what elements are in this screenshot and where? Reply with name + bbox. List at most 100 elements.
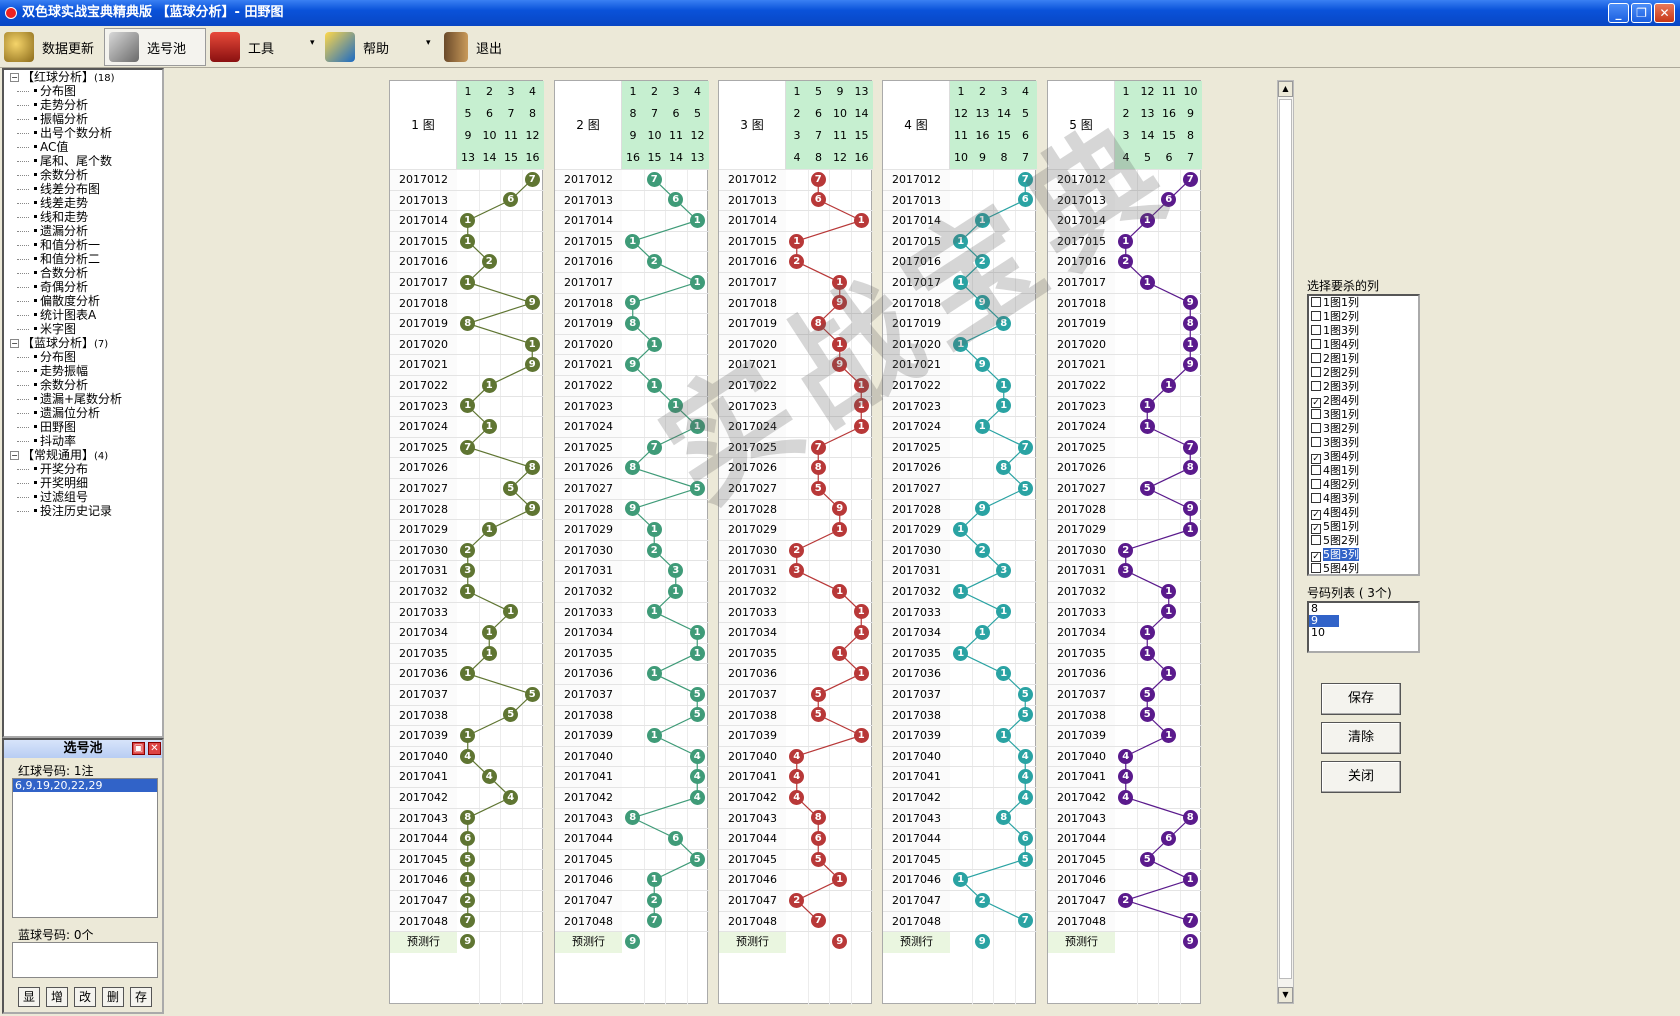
- collapse-icon[interactable]: −: [10, 451, 19, 460]
- period-row[interactable]: 2017043: [719, 807, 873, 830]
- period-row[interactable]: 2017032: [719, 581, 873, 603]
- period-row[interactable]: 2017026: [883, 457, 1037, 479]
- period-row[interactable]: 2017045: [883, 848, 1037, 871]
- tree-item[interactable]: 走势振幅: [4, 364, 162, 378]
- period-row[interactable]: 2017044: [719, 828, 873, 850]
- kill-column-item[interactable]: 3图2列: [1309, 422, 1418, 436]
- kill-column-item[interactable]: ✓ 5图3列: [1309, 548, 1418, 562]
- tools-button[interactable]: 工具: [210, 28, 274, 66]
- period-row[interactable]: 2017013: [390, 189, 544, 212]
- kill-column-item[interactable]: 2图3列: [1309, 380, 1418, 394]
- pool-close-button[interactable]: ✕: [148, 742, 161, 755]
- period-row[interactable]: 2017043: [1048, 807, 1202, 830]
- tree-item[interactable]: 抖动率: [4, 434, 162, 448]
- period-row[interactable]: 2017039: [719, 725, 873, 747]
- period-row[interactable]: 2017024: [883, 416, 1037, 438]
- period-row[interactable]: 2017038: [390, 704, 544, 727]
- period-row[interactable]: 2017019: [719, 313, 873, 335]
- delete-button[interactable]: 删: [102, 987, 124, 1007]
- tree-item[interactable]: 遗漏分析: [4, 224, 162, 238]
- period-row[interactable]: 2017028: [883, 498, 1037, 521]
- period-row[interactable]: 2017035: [390, 642, 544, 665]
- period-row[interactable]: 2017018: [390, 292, 544, 315]
- period-row[interactable]: 2017018: [1048, 292, 1202, 315]
- scroll-down-icon[interactable]: ▼: [1278, 987, 1293, 1003]
- tree-item[interactable]: 田野图: [4, 420, 162, 434]
- period-row[interactable]: 2017029: [1048, 519, 1202, 541]
- period-row[interactable]: 2017020: [555, 333, 709, 356]
- period-row[interactable]: 2017030: [883, 539, 1037, 562]
- number-list[interactable]: 8 9 10: [1307, 601, 1420, 653]
- checkbox[interactable]: [1311, 465, 1321, 475]
- minimize-button[interactable]: _: [1608, 3, 1629, 23]
- period-row[interactable]: 2017033: [719, 601, 873, 624]
- tree-item[interactable]: 过滤组号: [4, 490, 162, 504]
- period-row[interactable]: 2017048: [883, 910, 1037, 933]
- period-row[interactable]: 2017026: [1048, 457, 1202, 479]
- period-row[interactable]: 2017029: [719, 519, 873, 541]
- period-row[interactable]: 2017033: [1048, 601, 1202, 624]
- scroll-thumb[interactable]: [1279, 99, 1292, 979]
- tree-item[interactable]: 尾和、尾个数: [4, 154, 162, 168]
- period-row[interactable]: 2017046: [719, 869, 873, 891]
- period-row[interactable]: 2017023: [883, 395, 1037, 418]
- period-row[interactable]: 2017027: [555, 478, 709, 500]
- period-row[interactable]: 2017037: [883, 684, 1037, 706]
- period-row[interactable]: 2017042: [883, 787, 1037, 809]
- tree-item[interactable]: 奇偶分析: [4, 280, 162, 294]
- number-pool-button[interactable]: 选号池: [104, 28, 206, 66]
- period-row[interactable]: 2017012: [555, 169, 709, 191]
- period-row[interactable]: 2017034: [883, 622, 1037, 644]
- period-row[interactable]: 2017023: [1048, 395, 1202, 418]
- period-row[interactable]: 2017012: [883, 169, 1037, 191]
- tree-item[interactable]: 余数分析: [4, 168, 162, 182]
- tree-item[interactable]: 和值分析二: [4, 252, 162, 266]
- period-row[interactable]: 2017026: [719, 457, 873, 479]
- tree-item[interactable]: 分布图: [4, 350, 162, 364]
- period-row[interactable]: 2017028: [390, 498, 544, 521]
- tree-item[interactable]: 出号个数分析: [4, 126, 162, 140]
- tree-item[interactable]: 和值分析一: [4, 238, 162, 252]
- period-row[interactable]: 2017020: [719, 333, 873, 356]
- tools-dropdown-icon[interactable]: ▾: [310, 38, 315, 48]
- period-row[interactable]: 2017046: [555, 869, 709, 891]
- period-row[interactable]: 2017033: [555, 601, 709, 624]
- scroll-up-icon[interactable]: ▲: [1278, 81, 1293, 97]
- period-row[interactable]: 2017013: [719, 189, 873, 212]
- close-dialog-button[interactable]: 关闭: [1321, 761, 1401, 793]
- tree-item[interactable]: 合数分析: [4, 266, 162, 280]
- period-row[interactable]: 2017018: [883, 292, 1037, 315]
- checkbox[interactable]: [1311, 353, 1321, 363]
- tree-item[interactable]: 分布图: [4, 84, 162, 98]
- period-row[interactable]: 2017016: [390, 251, 544, 273]
- period-row[interactable]: 2017021: [883, 354, 1037, 376]
- kill-column-item[interactable]: ✓ 4图4列: [1309, 506, 1418, 520]
- red-ball-selected-entry[interactable]: 6,9,19,20,22,29: [13, 779, 157, 792]
- period-row[interactable]: 2017018: [719, 292, 873, 315]
- period-row[interactable]: 2017034: [1048, 622, 1202, 644]
- collapse-icon[interactable]: −: [10, 73, 19, 82]
- tree-group[interactable]: − 【常规通用】(4): [4, 448, 162, 462]
- kill-column-item[interactable]: 1图3列: [1309, 324, 1418, 338]
- period-row[interactable]: 2017022: [883, 375, 1037, 397]
- kill-column-item[interactable]: 4图1列: [1309, 464, 1418, 478]
- period-row[interactable]: 2017048: [719, 910, 873, 933]
- period-row[interactable]: 2017037: [719, 684, 873, 706]
- period-row[interactable]: 2017038: [719, 704, 873, 727]
- period-row[interactable]: 2017046: [1048, 869, 1202, 891]
- predict-row[interactable]: 预测行: [883, 931, 1037, 953]
- period-row[interactable]: 2017025: [719, 436, 873, 459]
- period-row[interactable]: 2017037: [390, 684, 544, 706]
- clear-button[interactable]: 清除: [1321, 722, 1401, 754]
- tree-group[interactable]: − 【蓝球分析】(7): [4, 336, 162, 350]
- tree-item[interactable]: 投注历史记录: [4, 504, 162, 518]
- period-row[interactable]: 2017041: [883, 766, 1037, 788]
- period-row[interactable]: 2017025: [1048, 436, 1202, 459]
- period-row[interactable]: 2017020: [390, 333, 544, 356]
- period-row[interactable]: 2017041: [555, 766, 709, 788]
- period-row[interactable]: 2017022: [719, 375, 873, 397]
- number-list-item[interactable]: 8: [1309, 603, 1418, 615]
- kill-column-item[interactable]: 4图3列: [1309, 492, 1418, 506]
- period-row[interactable]: 2017036: [1048, 663, 1202, 685]
- period-row[interactable]: 2017022: [1048, 375, 1202, 397]
